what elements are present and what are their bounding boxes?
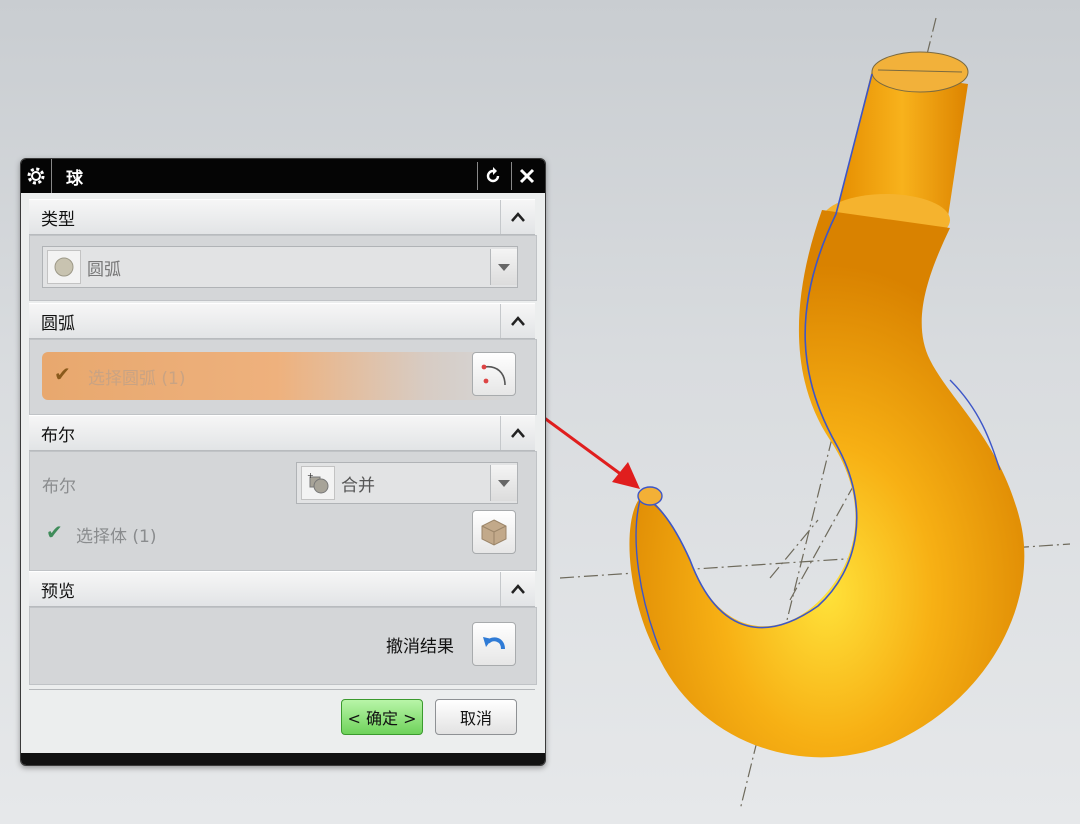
- sphere-dialog: 球 类型 圆弧 圆弧 ✔ 选择圆弧 (1) 布尔 布尔 + 合并 ✔ 选择体 (…: [20, 158, 546, 766]
- undo-result-label: 撤消结果: [386, 637, 454, 657]
- select-arc-icon[interactable]: [472, 352, 516, 396]
- type-dropdown-value: 圆弧: [87, 259, 121, 280]
- dialog-titlebar[interactable]: 球: [21, 159, 545, 193]
- section-preview-header[interactable]: 预览: [29, 571, 535, 607]
- section-boolean-body: 布尔 + 合并 ✔ 选择体 (1): [29, 451, 537, 571]
- boolean-dropdown[interactable]: + 合并: [296, 462, 518, 504]
- boolean-dropdown-value: 合并: [341, 475, 375, 496]
- chevron-up-icon[interactable]: [500, 304, 535, 338]
- svg-text:+: +: [307, 471, 314, 480]
- select-arc-label: 选择圆弧 (1): [88, 369, 186, 389]
- section-type-header[interactable]: 类型: [29, 199, 535, 235]
- chevron-down-icon[interactable]: [490, 465, 517, 501]
- select-body-label[interactable]: 选择体 (1): [76, 522, 156, 547]
- section-arc-title: 圆弧: [41, 313, 75, 334]
- gear-icon[interactable]: [21, 159, 52, 193]
- reset-icon[interactable]: [477, 162, 508, 190]
- chevron-down-icon[interactable]: [490, 249, 517, 285]
- arc-type-icon: [47, 250, 81, 284]
- chevron-up-icon[interactable]: [500, 200, 535, 234]
- check-icon: ✔: [54, 362, 71, 386]
- undo-icon[interactable]: [472, 622, 516, 666]
- solid-body-icon[interactable]: [472, 510, 516, 554]
- section-type-title: 类型: [41, 209, 75, 230]
- check-icon: ✔: [46, 520, 63, 544]
- chevron-up-icon[interactable]: [500, 416, 535, 450]
- dialog-bottom-bar: [21, 753, 545, 765]
- section-arc-header[interactable]: 圆弧: [29, 303, 535, 339]
- unite-icon: +: [301, 466, 335, 500]
- cancel-button[interactable]: 取消: [435, 699, 517, 735]
- section-preview-body: 撤消结果: [29, 607, 537, 685]
- section-boolean-header[interactable]: 布尔: [29, 415, 535, 451]
- ok-button[interactable]: < 确定 >: [341, 699, 423, 735]
- chevron-up-icon[interactable]: [500, 572, 535, 606]
- type-dropdown[interactable]: 圆弧: [42, 246, 518, 288]
- hook-model[interactable]: [629, 51, 1025, 758]
- select-arc-row[interactable]: ✔ 选择圆弧 (1): [42, 352, 512, 400]
- section-arc-body: ✔ 选择圆弧 (1): [29, 339, 537, 415]
- section-type-body: 圆弧: [29, 235, 537, 301]
- section-boolean-title: 布尔: [41, 425, 75, 446]
- close-icon[interactable]: [511, 162, 542, 190]
- dialog-title: 球: [66, 168, 83, 189]
- section-preview-title: 预览: [41, 581, 75, 602]
- boolean-field-label: 布尔: [42, 477, 76, 497]
- footer-divider: [29, 689, 535, 690]
